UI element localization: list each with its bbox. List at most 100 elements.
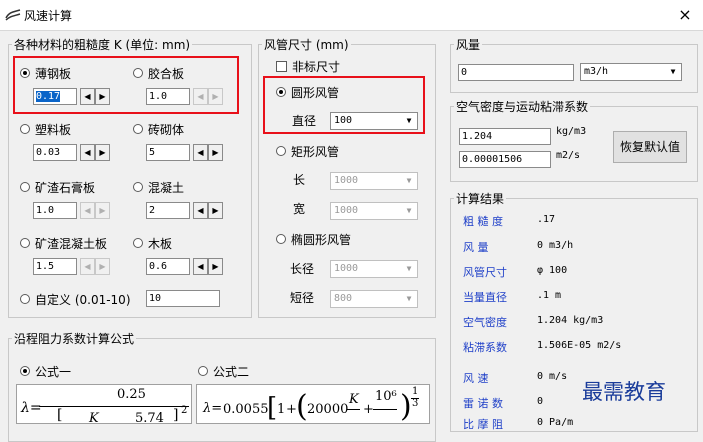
formula-one-bracket-left: [ <box>57 407 63 423</box>
formula-two-k: K <box>349 392 359 407</box>
result-label-friction: 比 摩 阻 <box>463 418 503 431</box>
result-value-roughness: .17 <box>537 214 556 225</box>
wood-spinner[interactable]: ◀ ▶ <box>193 258 223 275</box>
radio-plastic[interactable] <box>20 124 30 134</box>
airflow-legend: 风量 <box>456 38 481 52</box>
formula-two-label: 公式二 <box>213 365 250 379</box>
formula-one-label: 公式一 <box>35 365 72 379</box>
airflow-unit-select[interactable]: m3/h ▼ <box>580 63 682 81</box>
minor-axis-select[interactable]: 800 ▼ <box>330 290 418 308</box>
minor-axis-label: 短径 <box>290 291 315 305</box>
radio-brick[interactable] <box>133 124 143 134</box>
highlight-box-duct <box>263 76 425 134</box>
radio-rect-duct[interactable] <box>276 146 286 156</box>
plastic-spinner[interactable]: ◀ ▶ <box>80 144 110 161</box>
result-label-reynolds: 雷 诺 数 <box>463 397 503 410</box>
roughness-legend: 各种材料的粗糙度 K (单位: mm) <box>14 38 191 52</box>
radio-formula-two[interactable] <box>198 366 208 376</box>
air-properties-legend: 空气密度与运动粘滞系数 <box>456 100 589 114</box>
nonstandard-checkbox[interactable] <box>276 61 287 72</box>
viscosity-unit: m2/s <box>556 150 581 161</box>
radio-oval-duct[interactable] <box>276 234 286 244</box>
formula-one-bracket-right: ] <box>173 407 179 423</box>
concrete-value-field[interactable]: 2 <box>146 202 190 219</box>
duct-size-legend: 风管尺寸 (mm) <box>264 38 349 52</box>
major-axis-select[interactable]: 1000 ▼ <box>330 260 418 278</box>
length-label: 长 <box>293 173 306 187</box>
results-legend: 计算结果 <box>456 192 505 206</box>
title-bar: 风速计算 × <box>0 0 703 31</box>
slag-gypsum-spinner[interactable]: ◀ ▶ <box>80 202 110 219</box>
result-value-velocity: 0 m/s <box>537 371 568 382</box>
formula-two-k-coef: 20000 <box>307 402 349 417</box>
app-icon <box>5 9 21 21</box>
radio-custom[interactable] <box>20 294 30 304</box>
length-select[interactable]: 1000 ▼ <box>330 172 418 190</box>
airflow-input[interactable]: 0 <box>458 64 574 81</box>
formula-two-coef: 0.0055 <box>223 402 269 417</box>
radio-concrete[interactable] <box>133 182 143 192</box>
formula-two-paren-close: ) <box>400 389 412 424</box>
formula-two-exp: 10⁶ <box>375 389 397 404</box>
width-label: 宽 <box>293 202 306 216</box>
concrete-spinner[interactable]: ◀ ▶ <box>193 202 223 219</box>
highlight-box-roughness <box>13 56 239 114</box>
formula-one-numerator: 0.25 <box>117 387 146 402</box>
brick-spinner[interactable]: ◀ ▶ <box>193 144 223 161</box>
chevron-down-icon: ▼ <box>670 67 676 76</box>
label-wood: 木板 <box>148 237 173 251</box>
formula-two-fraction-line-1 <box>347 409 360 410</box>
friction-formula-legend: 沿程阻力系数计算公式 <box>14 332 135 346</box>
chevron-down-icon: ▼ <box>406 294 412 303</box>
label-plastic: 塑料板 <box>35 123 72 137</box>
custom-value-field[interactable]: 10 <box>146 290 220 307</box>
label-brick: 砖砌体 <box>148 123 185 137</box>
radio-wood[interactable] <box>133 238 143 248</box>
width-select[interactable]: 1000 ▼ <box>330 202 418 220</box>
label-slag-concrete: 矿渣混凝土板 <box>35 237 108 251</box>
formula-two-paren: ( <box>296 389 308 424</box>
viscosity-input[interactable]: 0.00001506 <box>459 151 551 168</box>
formula-two-one: 1 <box>277 402 286 417</box>
label-concrete: 混凝土 <box>148 181 185 195</box>
nonstandard-label: 非标尺寸 <box>292 60 341 74</box>
slag-concrete-spinner[interactable]: ◀ ▶ <box>80 258 110 275</box>
label-slag-gypsum: 矿渣石膏板 <box>35 181 96 195</box>
result-label-density: 空气密度 <box>463 316 507 329</box>
formula-one-const: 5.74 <box>135 411 164 424</box>
slag-gypsum-value-field[interactable]: 1.0 <box>33 202 77 219</box>
formula-two-lambda: λ= <box>203 401 223 416</box>
result-label-equiv-diameter: 当量直径 <box>463 291 507 304</box>
radio-slag-gypsum[interactable] <box>20 182 30 192</box>
radio-slag-concrete[interactable] <box>20 238 30 248</box>
result-value-equiv-diameter: .1 m <box>537 290 562 301</box>
plastic-value-field[interactable]: 0.03 <box>33 144 77 161</box>
formula-two-display: λ= 0.0055 [ 1 + ( 20000 K + 10⁶ ) 1 3 <box>196 384 430 424</box>
slag-concrete-value-field[interactable]: 1.5 <box>33 258 77 275</box>
formula-one-display: λ= 0.25 [ K 5.74 ] 2 <box>16 384 192 424</box>
radio-formula-one[interactable] <box>20 366 30 376</box>
result-value-viscosity: 1.506E-05 m2/s <box>537 340 622 351</box>
close-icon[interactable]: × <box>672 3 698 27</box>
chevron-down-icon: ▼ <box>406 176 412 185</box>
wood-value-field[interactable]: 0.6 <box>146 258 190 275</box>
result-label-duct-size: 风管尺寸 <box>463 266 507 279</box>
major-axis-label: 长径 <box>290 262 315 276</box>
result-value-density: 1.204 kg/m3 <box>537 315 604 326</box>
watermark-text: 最需教育 <box>582 380 666 404</box>
brick-value-field[interactable]: 5 <box>146 144 190 161</box>
reset-defaults-button[interactable]: 恢复默认值 <box>613 131 687 163</box>
result-value-duct-size: φ 100 <box>537 265 568 276</box>
density-unit: kg/m3 <box>556 126 587 137</box>
formula-two-fraction-line-2 <box>373 409 397 410</box>
window-title: 风速计算 <box>24 9 73 23</box>
label-custom: 自定义 (0.01-10) <box>35 293 131 307</box>
result-label-velocity: 风 速 <box>463 372 489 385</box>
formula-two-cube-root-den: 3 <box>412 398 419 409</box>
formula-one-exponent: 2 <box>181 405 188 416</box>
result-label-airflow: 风 量 <box>463 241 489 254</box>
formula-one-k: K <box>89 411 99 424</box>
chevron-down-icon: ▼ <box>406 264 412 273</box>
density-input[interactable]: 1.204 <box>459 128 551 145</box>
chevron-down-icon: ▼ <box>406 206 412 215</box>
